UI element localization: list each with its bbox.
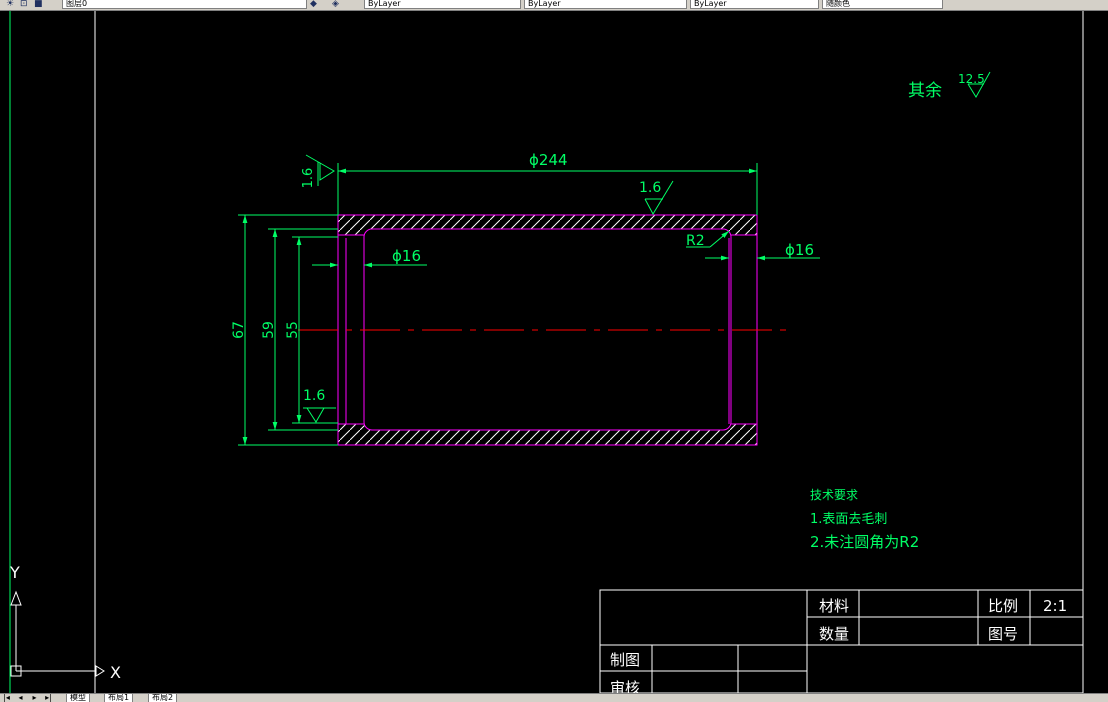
title-quantity-label: 数量: [819, 625, 849, 643]
dim-overall-length: ϕ244: [529, 151, 568, 169]
title-drawing-no-label: 图号: [988, 625, 1018, 643]
plotstyle-dropdown[interactable]: 随颜色: [822, 0, 943, 9]
layer-manager-icon[interactable]: ◆: [310, 0, 317, 9]
properties-toolbar: ☀ ⊡ ■ 图层0 ◆ ◈ ByLayer ByLayer ByLayer 随颜…: [0, 0, 1108, 11]
surface-other-value: 12.5: [958, 72, 985, 86]
dim-59: 59: [261, 321, 277, 339]
roughness-top-value: 1.6: [639, 180, 661, 196]
layer-name: 图层0: [66, 0, 88, 8]
layer-lock-icon[interactable]: ⊡: [20, 0, 28, 9]
title-drawn-label: 制图: [610, 651, 640, 669]
roughness-left-value: 1.6: [301, 168, 316, 189]
layer-previous-icon[interactable]: ◈: [332, 0, 339, 9]
ucs-y-label: Y: [9, 563, 20, 582]
dim-67: 67: [231, 321, 247, 339]
color-dropdown[interactable]: ByLayer: [364, 0, 521, 9]
title-review-label: 审核: [610, 679, 640, 693]
dim-bore-left: ϕ16: [392, 247, 421, 265]
tech-requirement-1: 1.表面去毛刺: [810, 512, 887, 527]
part-section: [298, 214, 793, 446]
dim-fillet: R2: [686, 233, 705, 249]
ucs-icon: [10, 590, 105, 677]
tech-requirement-2: 2.未注圆角为R2: [810, 533, 919, 551]
dim-55: 55: [285, 321, 301, 339]
layer-light-icon[interactable]: ☀: [6, 0, 14, 9]
surface-other-label: 其余: [908, 81, 942, 101]
title-scale-label: 比例: [988, 597, 1018, 615]
tech-requirements-title: 技术要求: [810, 488, 858, 502]
ucs-x-label: X: [110, 663, 121, 682]
roughness-bottom-value: 1.6: [303, 388, 325, 404]
lineweight-dropdown[interactable]: ByLayer: [690, 0, 819, 9]
dim-bore-right: ϕ16: [785, 241, 814, 259]
layer-dropdown[interactable]: 图层0: [62, 0, 307, 9]
layer-color-icon[interactable]: ■: [34, 0, 43, 9]
roughness-bottom-symbol: [303, 407, 336, 423]
linetype-dropdown[interactable]: ByLayer: [524, 0, 687, 9]
title-scale-value: 2:1: [1043, 597, 1067, 615]
drawing-canvas[interactable]: 其余 12.5 ϕ244 67 59 55 ϕ16 ϕ16 R2 1.6 1.6…: [0, 11, 1108, 693]
title-material-label: 材料: [819, 597, 849, 615]
